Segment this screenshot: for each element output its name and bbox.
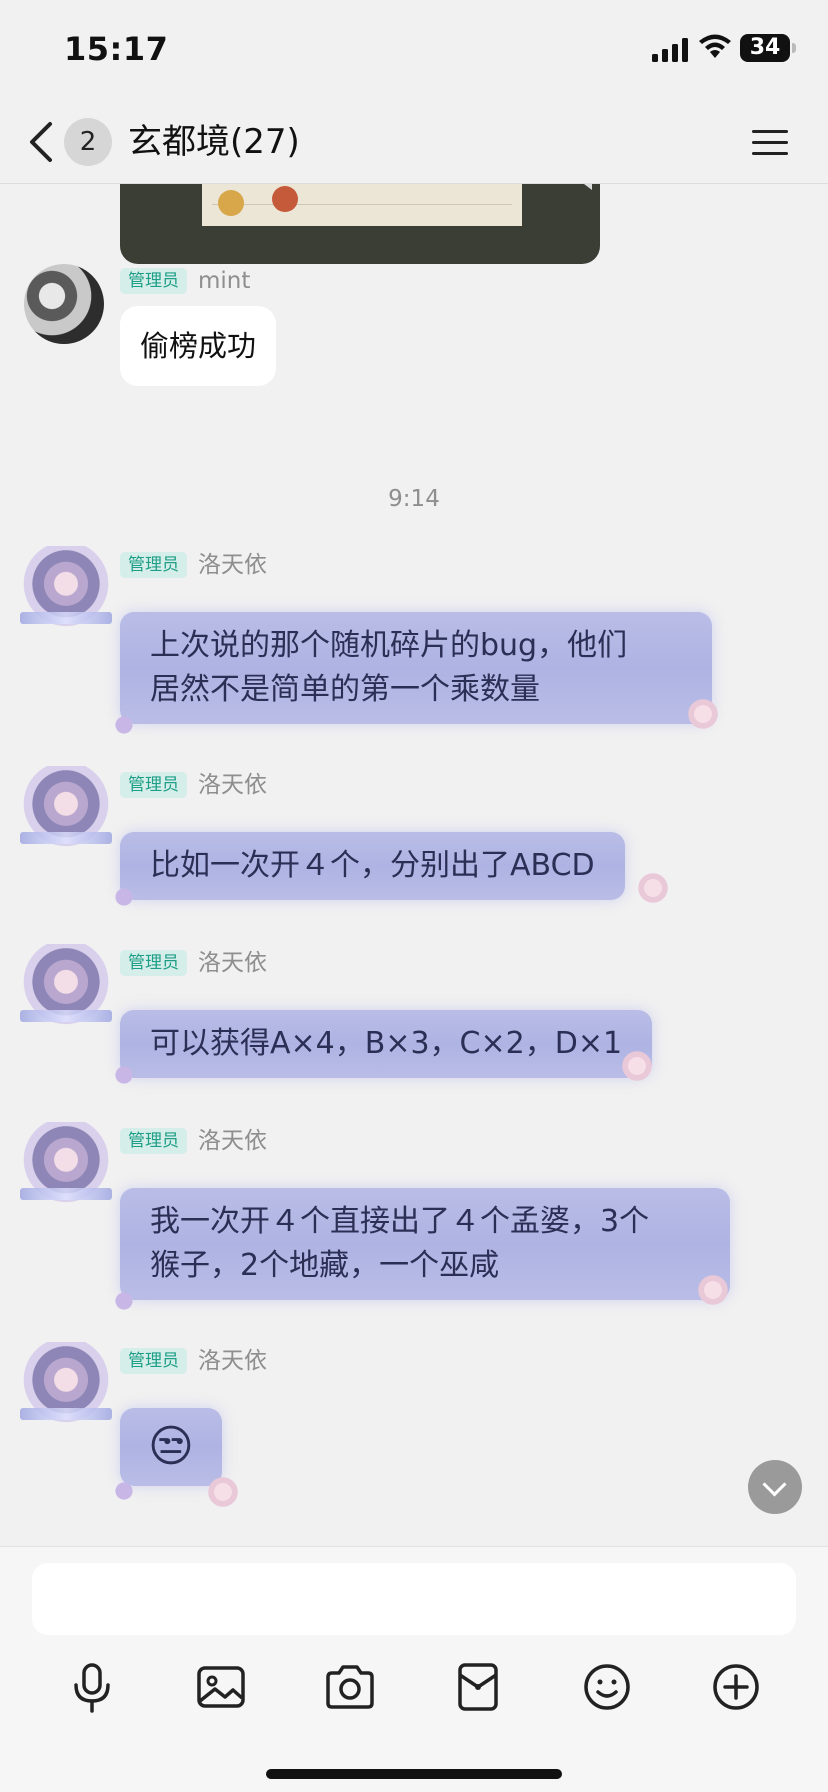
status-bar: 15:17 34	[0, 0, 828, 100]
message-input[interactable]	[32, 1563, 796, 1635]
message-bubble[interactable]: 我一次开４个直接出了４个孟婆，3个 猴子，2个地藏，一个巫咸	[120, 1188, 730, 1300]
bubble-decoration	[106, 1290, 142, 1312]
bubble-decoration	[106, 1480, 142, 1502]
bubble-decoration	[106, 1064, 142, 1086]
message-timestamp: 9:14	[388, 486, 440, 512]
avatar[interactable]	[16, 766, 116, 856]
previous-image-message[interactable]	[120, 184, 600, 264]
message-bubble[interactable]: 偷榜成功	[120, 306, 277, 386]
home-indicator[interactable]	[266, 1769, 562, 1779]
input-bar	[0, 1546, 828, 1792]
cellular-signal-icon	[652, 38, 688, 62]
chat-message-list[interactable]: 管理员 mint 偷榜成功 9:14 管理员 洛天依 上次说的那个随机碎片的bu…	[0, 184, 828, 1546]
chat-header: 2 玄都境(27)	[0, 100, 828, 184]
avatar[interactable]	[16, 1342, 116, 1432]
message-line: 猴子，2个地藏，一个巫咸	[150, 1248, 500, 1283]
avatar[interactable]	[16, 546, 116, 636]
admin-tag: 管理员	[120, 1128, 187, 1154]
admin-tag: 管理员	[120, 552, 187, 578]
admin-tag: 管理员	[120, 950, 187, 976]
sender-name: 洛天依	[198, 772, 267, 798]
plus-icon[interactable]	[706, 1657, 766, 1717]
bubble-decoration	[680, 696, 726, 732]
wifi-icon	[699, 34, 731, 58]
sender-name: mint	[198, 268, 251, 294]
camera-icon[interactable]	[320, 1657, 380, 1717]
message-line: 居然不是简单的第一个乘数量	[150, 672, 540, 707]
battery-icon: 34	[740, 34, 796, 62]
image-icon[interactable]	[191, 1657, 251, 1717]
red-packet-icon[interactable]	[448, 1657, 508, 1717]
bubble-decoration	[630, 870, 676, 906]
message-bubble[interactable]: 上次说的那个随机碎片的bug，他们 居然不是简单的第一个乘数量	[120, 612, 712, 724]
message-line: 上次说的那个随机碎片的bug，他们	[150, 628, 628, 663]
bubble-decoration	[106, 886, 142, 908]
bubble-decoration	[200, 1474, 246, 1510]
bubble-decoration	[690, 1272, 736, 1308]
admin-tag: 管理员	[120, 1348, 187, 1374]
message-line: 我一次开４个直接出了４个孟婆，3个	[150, 1204, 650, 1239]
sender-name: 洛天依	[198, 950, 267, 976]
sender-name: 洛天依	[198, 1128, 267, 1154]
scroll-to-bottom-button[interactable]	[748, 1460, 802, 1514]
admin-tag: 管理员	[120, 772, 187, 798]
avatar[interactable]	[16, 1122, 116, 1212]
bubble-decoration	[106, 714, 142, 736]
message-bubble[interactable]: 可以获得A×4，B×3，C×2，D×1	[120, 1010, 653, 1078]
message-bubble[interactable]: 比如一次开４个，分别出了ABCD	[120, 832, 625, 900]
page-title: 玄都境(27)	[128, 122, 300, 162]
avatar[interactable]	[16, 944, 116, 1034]
message-bubble-emoji[interactable]: 😒	[120, 1408, 222, 1486]
status-time: 15:17	[64, 30, 169, 68]
sender-name: 洛天依	[198, 552, 267, 578]
unread-count-badge[interactable]: 2	[64, 118, 112, 166]
menu-icon[interactable]	[748, 122, 792, 162]
sender-name: 洛天依	[198, 1348, 267, 1374]
bubble-decoration	[614, 1048, 660, 1084]
avatar[interactable]	[24, 264, 104, 344]
back-chevron-icon[interactable]	[24, 118, 60, 166]
input-toolbar	[0, 1657, 828, 1717]
emoji-icon[interactable]	[577, 1657, 637, 1717]
microphone-icon[interactable]	[62, 1657, 122, 1717]
admin-tag: 管理员	[120, 268, 187, 294]
